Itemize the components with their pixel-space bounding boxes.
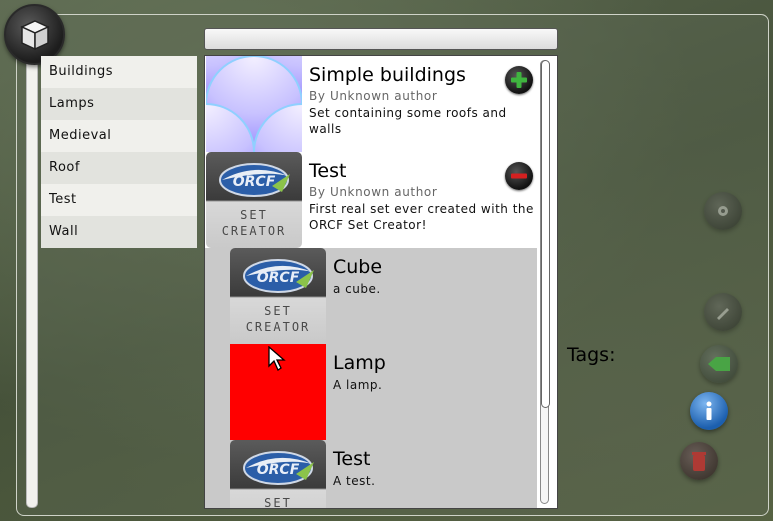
tags-label: Tags:: [567, 344, 616, 366]
search-input[interactable]: [204, 28, 558, 50]
category-item[interactable]: Roof: [41, 152, 197, 184]
category-item[interactable]: Medieval: [41, 120, 197, 152]
set-author: By Unknown author: [309, 89, 438, 103]
tag-icon[interactable]: [700, 345, 738, 383]
category-item[interactable]: Lamps: [41, 88, 197, 120]
item-description: A lamp.: [333, 378, 383, 392]
category-item[interactable]: Buildings: [41, 56, 197, 88]
mouse-cursor-icon: [268, 346, 286, 371]
settings-icon[interactable]: [704, 192, 742, 230]
set-row[interactable]: ORCF SET CREATOR Test By Unknown author …: [205, 152, 537, 248]
item-row[interactable]: ORCF SET CREATOR Cube a cube.: [205, 248, 537, 344]
svg-text:ORCF: ORCF: [233, 174, 276, 190]
set-creator-thumbnail: ORCF SET CREATOR: [230, 248, 326, 344]
set-creator-thumbnail: ORCF SET CREATOR: [206, 152, 302, 248]
item-description: A test.: [333, 474, 376, 488]
thumb-text-line2: CREATOR: [245, 320, 311, 334]
category-item[interactable]: Wall: [41, 216, 197, 248]
add-set-button[interactable]: [505, 66, 533, 94]
item-name: Test: [333, 448, 371, 470]
info-icon[interactable]: [690, 392, 728, 430]
item-row[interactable]: Lamp A lamp.: [205, 344, 537, 440]
set-row[interactable]: Simple buildings By Unknown author Set c…: [205, 56, 537, 152]
thumb-text-line1: SET: [264, 496, 292, 509]
set-name: Test: [309, 160, 347, 182]
set-description: Set containing some roofs and walls: [309, 106, 507, 136]
left-scrollbar[interactable]: [26, 56, 38, 508]
delete-icon[interactable]: [680, 442, 718, 480]
set-author: By Unknown author: [309, 185, 438, 199]
set-list[interactable]: Simple buildings By Unknown author Set c…: [204, 55, 558, 509]
set-creator-thumbnail: ORCF SET CREATOR: [230, 440, 326, 509]
svg-text:ORCF: ORCF: [257, 270, 300, 286]
remove-set-button[interactable]: [505, 162, 533, 190]
svg-text:ORCF: ORCF: [257, 462, 300, 478]
set-name: Simple buildings: [309, 64, 466, 86]
thumb-text-line1: SET: [264, 304, 292, 318]
category-list: Buildings Lamps Medieval Roof Test Wall: [41, 56, 197, 248]
thumb-text-line1: SET: [240, 208, 268, 222]
thumb-text-line2: CREATOR: [221, 224, 287, 238]
item-description: a cube.: [333, 282, 381, 296]
list-scrollbar-thumb[interactable]: [541, 60, 550, 408]
item-name: Lamp: [333, 352, 386, 374]
scallop-thumbnail: [206, 56, 302, 152]
item-row[interactable]: ORCF SET CREATOR Test A test.: [205, 440, 537, 509]
set-description: First real set ever created with the ORC…: [309, 202, 534, 232]
category-item[interactable]: Test: [41, 184, 197, 216]
item-name: Cube: [333, 256, 383, 278]
edit-icon[interactable]: [704, 293, 742, 331]
